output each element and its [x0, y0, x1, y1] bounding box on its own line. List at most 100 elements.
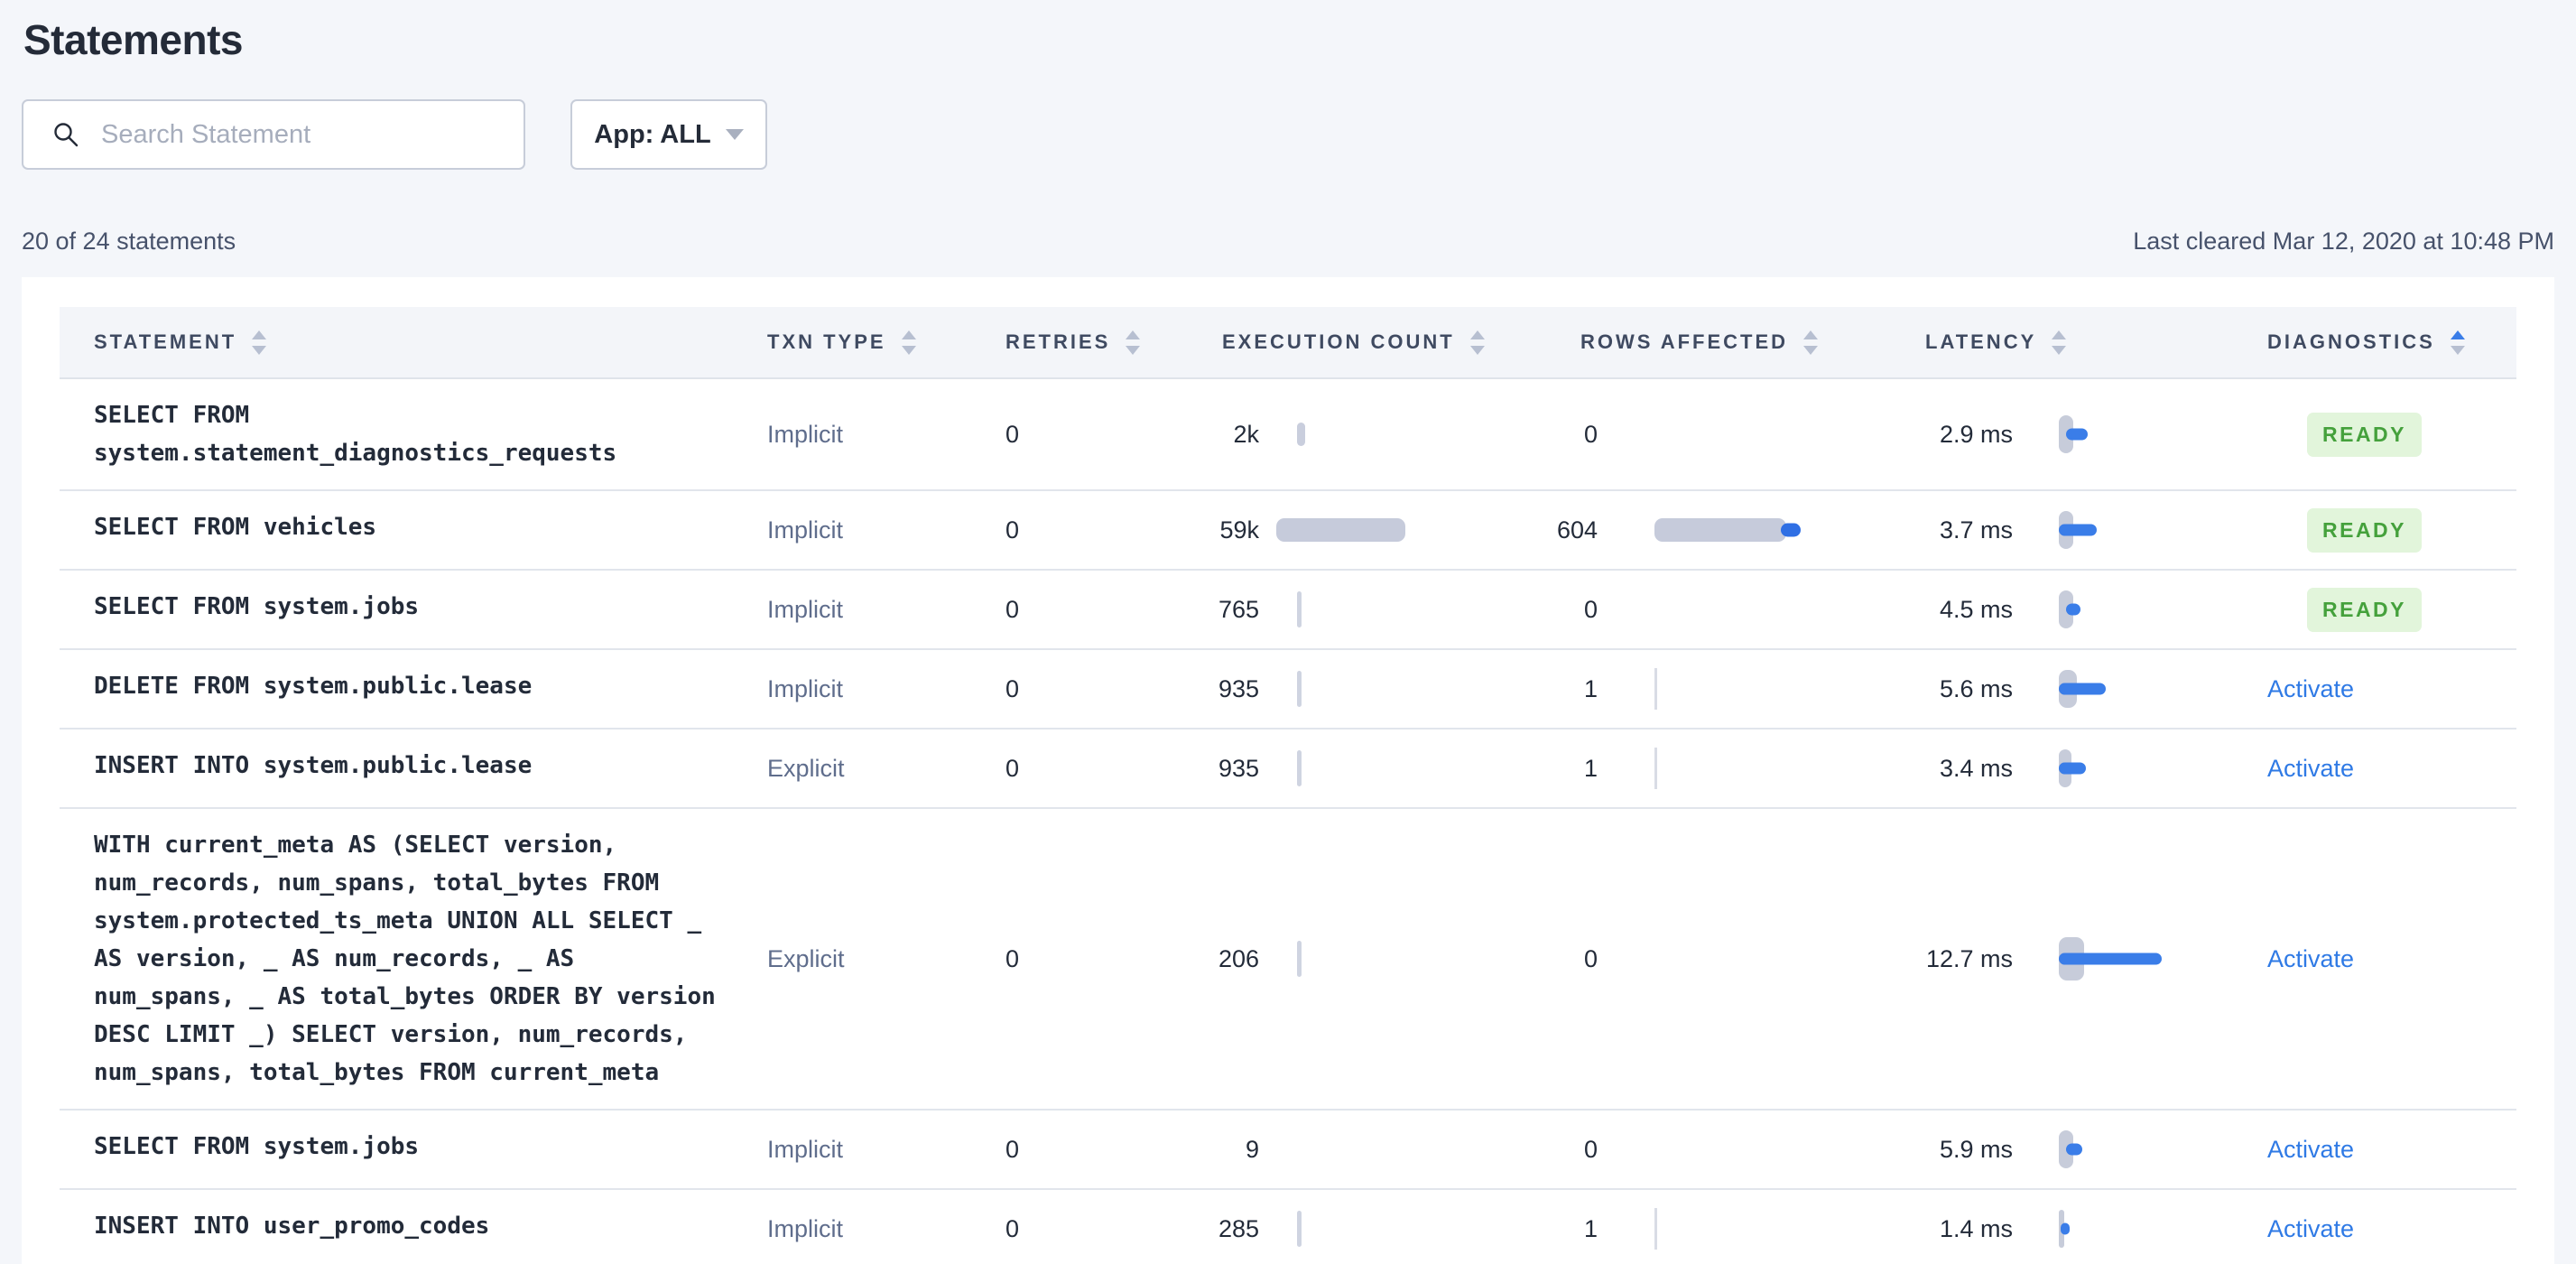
execution-count-cell: 285	[1119, 1211, 1471, 1247]
diagnostics-cell: Activate	[2267, 755, 2518, 783]
statement-text-link[interactable]: SELECT FROM vehicles	[94, 508, 723, 546]
latency-value: 5.6 ms	[1939, 674, 2013, 702]
latency-cell: 5.6 ms	[1859, 666, 2267, 711]
summary-row: 20 of 24 statements Last cleared Mar 12,…	[22, 228, 2554, 255]
column-header-diagnostics[interactable]: DIAGNOSTICS	[2267, 330, 2518, 355]
retries-cell: 0	[1005, 944, 1020, 972]
execution-count-cell: 206	[1119, 941, 1471, 977]
execution-count-value: 765	[1218, 595, 1259, 623]
retries-cell: 0	[1005, 1135, 1020, 1163]
column-header-retries[interactable]: RETRIES	[1005, 330, 1141, 355]
bar-segment	[1297, 750, 1302, 786]
latency-cell: 2.9 ms	[1859, 412, 2267, 457]
latency-bar	[2059, 1127, 2082, 1172]
statements-page: Statements App: ALL 20 of 24 statements …	[0, 0, 2576, 1264]
diagnostics-activate-link[interactable]: Activate	[2267, 755, 2354, 783]
bar-segment	[1276, 518, 1405, 542]
statement-text-link[interactable]: INSERT INTO system.public.lease	[94, 747, 723, 785]
latency-cell: 12.7 ms	[1859, 936, 2267, 981]
rows-affected-value: 1	[1583, 754, 1598, 782]
rows-affected-cell: 0	[1471, 945, 1859, 973]
diagnostics-ready-badge: READY	[2307, 587, 2423, 632]
latency-bar	[2059, 1206, 2070, 1251]
latency-value: 4.5 ms	[1939, 595, 2013, 623]
statement-cell: SELECT FROM vehicles	[60, 491, 767, 569]
rows-affected-cell: 1	[1471, 748, 1859, 789]
execution-count-cell: 935	[1119, 750, 1471, 786]
sort-descending-icon	[2052, 345, 2067, 355]
rows-affected-cell: 1	[1471, 1208, 1859, 1250]
latency-bar	[2059, 936, 2162, 981]
statement-row[interactable]: DELETE FROM system.public.lease Implicit 0…	[60, 650, 2516, 730]
diagnostics-cell: Activate	[2267, 675, 2518, 703]
sort-descending-icon	[252, 345, 267, 355]
statement-cell: WITH current_meta AS (SELECT version, nu…	[60, 809, 767, 1109]
rows-affected-bar	[1654, 748, 1657, 789]
column-header-execution-count[interactable]: EXECUTION COUNT	[1119, 330, 1485, 355]
latency-mean-bar	[2059, 953, 2162, 965]
column-header-statement[interactable]: STATEMENT	[60, 330, 767, 355]
txn-type-cell: Explicit	[767, 944, 845, 972]
column-header-txn-type[interactable]: TXN TYPE	[767, 330, 1005, 355]
latency-mean-bar	[2059, 524, 2097, 536]
statement-row[interactable]: WITH current_meta AS (SELECT version, nu…	[60, 809, 2516, 1111]
rows-affected-bar	[1654, 1208, 1657, 1250]
retries-cell: 0	[1005, 516, 1020, 544]
statement-text-link[interactable]: WITH current_meta AS (SELECT version, nu…	[94, 826, 723, 1092]
statement-text-link[interactable]: INSERT INTO user_promo_codes	[94, 1207, 723, 1245]
diagnostics-activate-link[interactable]: Activate	[2267, 1215, 2354, 1243]
diagnostics-cell: Activate	[2267, 945, 2518, 973]
sort-icons[interactable]	[252, 330, 267, 355]
diagnostics-activate-link[interactable]: Activate	[2267, 1136, 2354, 1164]
execution-count-bar	[1276, 518, 1405, 542]
search-input[interactable]	[101, 119, 524, 150]
latency-bar	[2059, 746, 2086, 791]
statement-text-link[interactable]: DELETE FROM system.public.lease	[94, 667, 723, 705]
statement-cell: INSERT INTO user_promo_codes	[60, 1190, 767, 1264]
latency-value: 12.7 ms	[1925, 944, 2013, 972]
execution-count-value: 9	[1245, 1135, 1259, 1163]
column-header-latency[interactable]: LATENCY	[1859, 330, 2267, 355]
app-filter-label: App: ALL	[594, 119, 711, 149]
rows-affected-value: 0	[1583, 944, 1598, 972]
statement-row[interactable]: SELECT FROM system.statement_diagnostics…	[60, 379, 2516, 491]
page-title: Statements	[23, 16, 243, 63]
statement-row[interactable]: SELECT FROM system.jobs Implicit 0 765 0 4.5 …	[60, 571, 2516, 650]
latency-cell: 1.4 ms	[1859, 1206, 2267, 1251]
sort-icons[interactable]	[2450, 330, 2465, 355]
execution-count-value: 285	[1218, 1214, 1259, 1242]
statement-text-link[interactable]: SELECT FROM system.jobs	[94, 1128, 723, 1166]
diagnostics-activate-link[interactable]: Activate	[2267, 675, 2354, 703]
column-header-label: TXN TYPE	[767, 330, 886, 353]
sort-icons[interactable]	[901, 330, 916, 355]
search-box[interactable]	[22, 99, 525, 170]
sort-ascending-icon	[252, 330, 267, 339]
rows-affected-bar	[1654, 518, 1801, 542]
retries-cell: 0	[1005, 1214, 1020, 1242]
statement-row[interactable]: INSERT INTO system.public.lease Explicit 0…	[60, 730, 2516, 809]
sort-ascending-icon	[1803, 330, 1819, 339]
sort-icons[interactable]	[2052, 330, 2067, 355]
sort-ascending-icon	[2052, 330, 2067, 339]
statement-text-link[interactable]: SELECT FROM system.statement_diagnostics…	[94, 396, 723, 472]
app-filter-dropdown[interactable]: App: ALL	[570, 99, 767, 170]
latency-mean-bar	[2066, 1143, 2082, 1156]
retries-cell: 0	[1005, 420, 1020, 448]
txn-type-cell: Implicit	[767, 420, 844, 448]
sort-descending-icon	[901, 345, 916, 355]
bar-segment	[1654, 668, 1657, 710]
diagnostics-ready-badge: READY	[2307, 507, 2423, 553]
bar-segment	[1297, 1211, 1302, 1247]
statement-text-link[interactable]: SELECT FROM system.jobs	[94, 588, 723, 626]
rows-affected-cell: 0	[1471, 596, 1859, 624]
diagnostics-activate-link[interactable]: Activate	[2267, 945, 2354, 973]
search-icon	[54, 123, 79, 147]
statement-row[interactable]: INSERT INTO user_promo_codes Implicit 0 285…	[60, 1190, 2516, 1264]
latency-cell: 4.5 ms	[1859, 587, 2267, 632]
statement-row[interactable]: SELECT FROM vehicles Implicit 0 59k 604 3.7 m…	[60, 491, 2516, 571]
last-cleared-text: Last cleared Mar 12, 2020 at 10:48 PM	[2133, 228, 2554, 255]
column-header-rows-affected[interactable]: ROWS AFFECTED	[1471, 330, 1859, 355]
statement-cell: SELECT FROM system.statement_diagnostics…	[60, 379, 767, 489]
sort-icons[interactable]	[1803, 330, 1819, 355]
statement-row[interactable]: SELECT FROM system.jobs Implicit 0 9 0 5.9 ms…	[60, 1111, 2516, 1190]
